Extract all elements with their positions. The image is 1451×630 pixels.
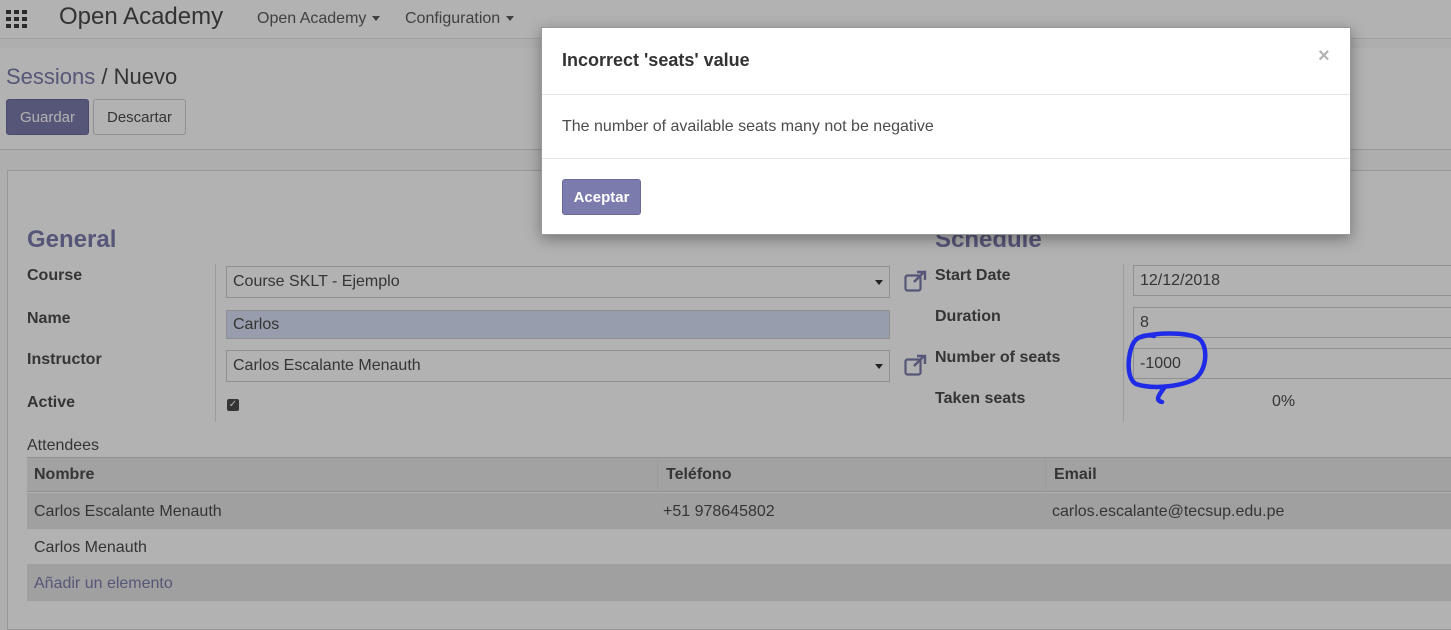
dialog-title: Incorrect 'seats' value	[562, 50, 750, 70]
dialog-divider	[542, 158, 1350, 159]
warning-dialog: Incorrect 'seats' value × The number of …	[541, 27, 1351, 235]
dialog-message: The number of available seats many not b…	[562, 118, 934, 135]
close-icon[interactable]: ×	[1318, 45, 1330, 68]
dialog-divider	[542, 94, 1350, 95]
accept-button[interactable]: Aceptar	[562, 179, 641, 215]
annotation-scribble	[1126, 331, 1208, 405]
